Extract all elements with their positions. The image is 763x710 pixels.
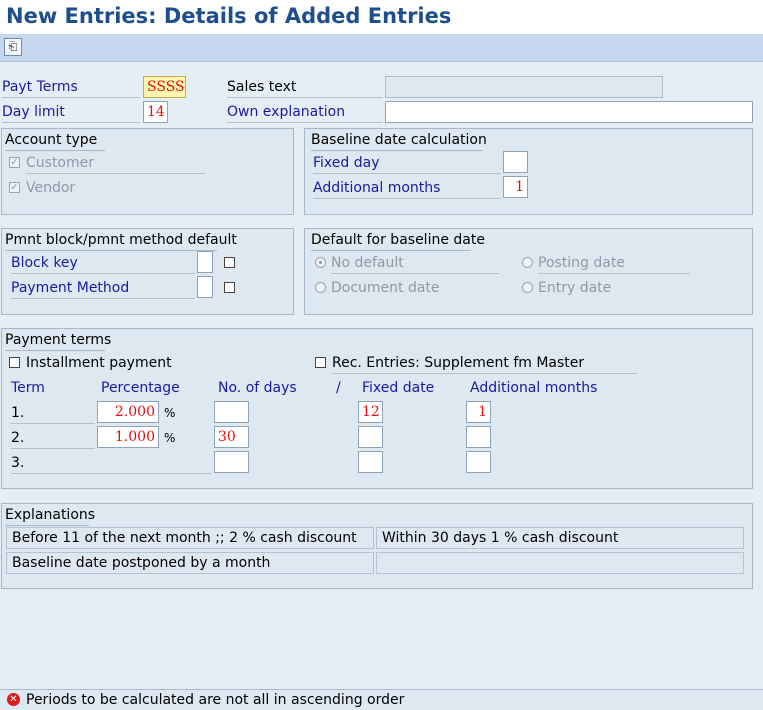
- term-row-3-label: 3.: [11, 453, 211, 474]
- account-type-title: Account type: [5, 130, 105, 151]
- status-message[interactable]: Periods to be calculated are not all in …: [26, 690, 404, 710]
- page-title: New Entries: Details of Added Entries: [6, 4, 452, 28]
- posting-date-radio: [522, 257, 533, 268]
- explanation-line-2-left: Baseline date postponed by a month: [6, 552, 374, 574]
- days-field-3[interactable]: [214, 451, 249, 473]
- installment-checkbox[interactable]: [9, 357, 20, 368]
- add-months-field-2[interactable]: [466, 426, 491, 448]
- explanation-line-2-right: [376, 552, 744, 574]
- payment-method-field[interactable]: [197, 276, 213, 298]
- fixed-date-field-1[interactable]: 12: [358, 401, 383, 423]
- customer-checkbox: ✓: [9, 157, 20, 168]
- payment-method-label: Payment Method: [11, 278, 195, 299]
- col-percentage-header: Percentage: [101, 380, 180, 396]
- customer-label: Customer: [26, 153, 205, 174]
- explanations-title: Explanations: [5, 505, 95, 526]
- entry-date-label: Entry date: [538, 280, 612, 296]
- fixed-day-label: Fixed day: [313, 153, 501, 174]
- fixed-date-field-3[interactable]: [358, 451, 383, 473]
- document-date-label: Document date: [331, 280, 440, 296]
- entry-date-radio: [522, 282, 533, 293]
- rec-entries-checkbox[interactable]: [315, 357, 326, 368]
- days-field-2[interactable]: 30: [214, 426, 249, 448]
- percent-sign-1: %: [164, 406, 176, 420]
- term-row-2-label: 2.: [11, 428, 95, 449]
- additional-months-field[interactable]: 1: [503, 176, 528, 198]
- default-baseline-title: Default for baseline date: [311, 230, 485, 251]
- other-object-icon[interactable]: ⎗: [4, 38, 22, 56]
- col-slash-header: /: [336, 380, 341, 396]
- rec-entries-label: Rec. Entries: Supplement fm Master: [332, 353, 637, 374]
- fixed-day-field[interactable]: [503, 151, 528, 173]
- add-months-field-3[interactable]: [466, 451, 491, 473]
- vendor-checkbox: ✓: [9, 182, 20, 193]
- col-add-months-header: Additional months: [470, 380, 598, 396]
- term-row-1-label: 1.: [11, 403, 95, 424]
- additional-months-label: Additional months: [313, 178, 501, 199]
- percentage-field-1[interactable]: 2.000: [97, 401, 159, 423]
- col-fixed-date-header: Fixed date: [362, 380, 435, 396]
- explanation-line-1-right: Within 30 days 1 % cash discount: [376, 527, 744, 549]
- explanation-line-1-left: Before 11 of the next month ;; 2 % cash …: [6, 527, 374, 549]
- vendor-label: Vendor: [26, 180, 76, 196]
- days-field-1[interactable]: [214, 401, 249, 423]
- payment-terms-title: Payment terms: [5, 330, 111, 351]
- error-icon: ✕: [7, 693, 20, 706]
- payment-method-checkbox[interactable]: [224, 282, 235, 293]
- own-explanation-label: Own explanation: [227, 102, 383, 123]
- posting-date-label: Posting date: [538, 253, 690, 274]
- own-explanation-field[interactable]: [385, 101, 753, 123]
- sales-text-label: Sales text: [227, 77, 383, 98]
- document-date-radio: [315, 282, 326, 293]
- block-key-checkbox[interactable]: [224, 257, 235, 268]
- installment-label: Installment payment: [26, 355, 172, 371]
- col-days-header: No. of days: [218, 380, 297, 396]
- no-default-label: No default: [331, 253, 499, 274]
- payt-terms-field[interactable]: SSSS: [143, 76, 186, 98]
- baseline-calculation-title: Baseline date calculation: [311, 130, 487, 151]
- day-limit-label: Day limit: [2, 102, 140, 123]
- payt-terms-label: Payt Terms: [2, 77, 140, 98]
- block-key-field[interactable]: [197, 251, 213, 273]
- application-toolbar: [0, 34, 763, 62]
- col-term-header: Term: [11, 380, 45, 396]
- percent-sign-2: %: [164, 431, 176, 445]
- pmnt-block-title: Pmnt block/pmnt method default: [5, 230, 237, 251]
- add-months-field-1[interactable]: 1: [466, 401, 491, 423]
- sales-text-field: [385, 76, 663, 98]
- percentage-field-2[interactable]: 1.000: [97, 426, 159, 448]
- day-limit-field[interactable]: 14: [143, 101, 168, 123]
- no-default-radio: [315, 257, 326, 268]
- fixed-date-field-2[interactable]: [358, 426, 383, 448]
- block-key-label: Block key: [11, 253, 195, 274]
